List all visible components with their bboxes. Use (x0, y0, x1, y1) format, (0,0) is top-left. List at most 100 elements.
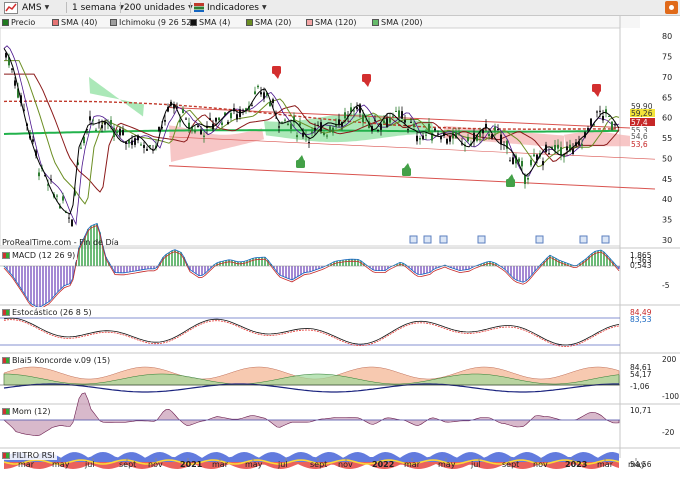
candle-body (587, 127, 589, 131)
panel-title-macd[interactable]: MACD (12 26 9) (2, 250, 78, 260)
sell-signal-icon-tip (364, 82, 370, 87)
panel-title-stochastic[interactable]: Estocástico (26 8 5) (2, 307, 94, 317)
price-tag: 53,6 (630, 140, 655, 149)
candle-body (497, 128, 499, 130)
macd-histogram-bar (261, 257, 263, 266)
candle-body (230, 113, 232, 119)
channel-line (168, 165, 656, 190)
macd-histogram-bar (375, 266, 377, 271)
macd-histogram-bar (63, 266, 65, 286)
macd-histogram-bar (39, 266, 41, 308)
candle-body (524, 174, 526, 185)
macd-histogram-bar (522, 266, 524, 283)
price-tick-label: 35 (662, 216, 672, 225)
price-tick-label: 40 (662, 195, 672, 204)
event-marker-icon (423, 235, 432, 244)
candle-body (122, 129, 124, 135)
time-axis-label: nov (338, 460, 353, 469)
macd-histogram-bar (288, 266, 290, 279)
candle-body (308, 141, 310, 143)
macd-histogram-bar (30, 266, 32, 304)
candle-body (284, 119, 286, 121)
candle-body (119, 128, 121, 136)
candle-body (302, 132, 304, 137)
time-axis-label: may (52, 460, 70, 469)
candle-body (389, 117, 391, 123)
macd-histogram-bar (291, 266, 293, 280)
panel-title-momentum-label: Mom (12) (12, 406, 51, 416)
macd-histogram-bar (297, 266, 299, 277)
candle-body (194, 129, 196, 133)
candle-body (467, 137, 469, 142)
macd-histogram-bar (258, 257, 260, 266)
macd-histogram-bar (18, 266, 20, 286)
macd-histogram-bar (117, 266, 119, 273)
candle-body (227, 121, 229, 125)
macd-histogram-bar (465, 266, 467, 270)
chart-area[interactable]: 807570656055504540353059,9059,2657,455,3… (0, 0, 680, 497)
candle-body (146, 148, 148, 151)
macd-histogram-bar (69, 266, 71, 284)
panel-title-rsi-filter[interactable]: FILTRO RSI (2, 450, 57, 460)
indicator-icon (2, 451, 10, 459)
candle-body (434, 128, 436, 131)
candle-body (71, 219, 73, 227)
candle-body (218, 117, 220, 121)
candle-body (566, 146, 568, 151)
macd-histogram-bar (129, 266, 131, 272)
candle-body (449, 136, 451, 142)
candle-body (299, 123, 301, 126)
macd-histogram-bar (198, 266, 200, 276)
koncorde-tick-label: 54,17 (630, 370, 652, 379)
macd-histogram-bar (150, 266, 152, 269)
candle-body (80, 147, 82, 149)
price-tick-label: 75 (662, 53, 672, 62)
price-tick-label: 60 (662, 114, 672, 123)
buy-signal-icon-tip (508, 174, 514, 179)
candle-body (533, 154, 535, 157)
macd-histogram-bar (135, 266, 137, 271)
macd-histogram-bar (285, 266, 287, 278)
candle-body (236, 114, 238, 120)
candle-body (185, 118, 187, 120)
candle-body (242, 109, 244, 111)
macd-histogram-bar (462, 266, 464, 271)
panel-title-momentum[interactable]: Mom (12) (2, 406, 53, 416)
candle-body (32, 139, 34, 142)
time-axis-label: nov (533, 460, 548, 469)
stoch-tick-label: 83,53 (630, 315, 652, 324)
candle-body (221, 122, 223, 125)
candle-body (326, 135, 328, 137)
candle-body (215, 117, 217, 122)
candle-body (416, 135, 418, 142)
time-axis-label: 2022 (372, 460, 394, 469)
candle-body (512, 157, 514, 165)
candle-body (359, 104, 361, 113)
macd-histogram-bar (426, 266, 428, 274)
panel-title-koncorde[interactable]: Blai5 Koncorde v.09 (15) (2, 355, 113, 365)
candle-body (404, 120, 406, 123)
panel-title-rsi-filter-label: FILTRO RSI (12, 450, 55, 460)
candle-body (14, 80, 16, 86)
price-tick-label: 55 (662, 134, 672, 143)
time-axis-label: 2023 (565, 460, 587, 469)
candle-body (398, 110, 400, 118)
candle-body (614, 124, 616, 126)
macd-histogram-bar (510, 266, 512, 276)
buy-signal-icon (506, 174, 515, 187)
macd-histogram-bar (525, 266, 527, 281)
candle-body (272, 99, 274, 104)
time-axis-label: sept (502, 460, 519, 469)
candle-body (377, 130, 379, 132)
candle-body (458, 133, 460, 135)
stoch-d-line (3, 319, 620, 347)
sell-signal-icon-shape (592, 84, 601, 92)
candle-body (62, 196, 64, 201)
candle-body (131, 140, 133, 145)
candle-body (329, 126, 331, 133)
candle-body (278, 126, 280, 128)
price-tag: 59,26 (630, 109, 655, 118)
sell-signal-icon-tip (594, 92, 600, 97)
candle-body (116, 132, 118, 134)
candle-body (518, 158, 520, 162)
